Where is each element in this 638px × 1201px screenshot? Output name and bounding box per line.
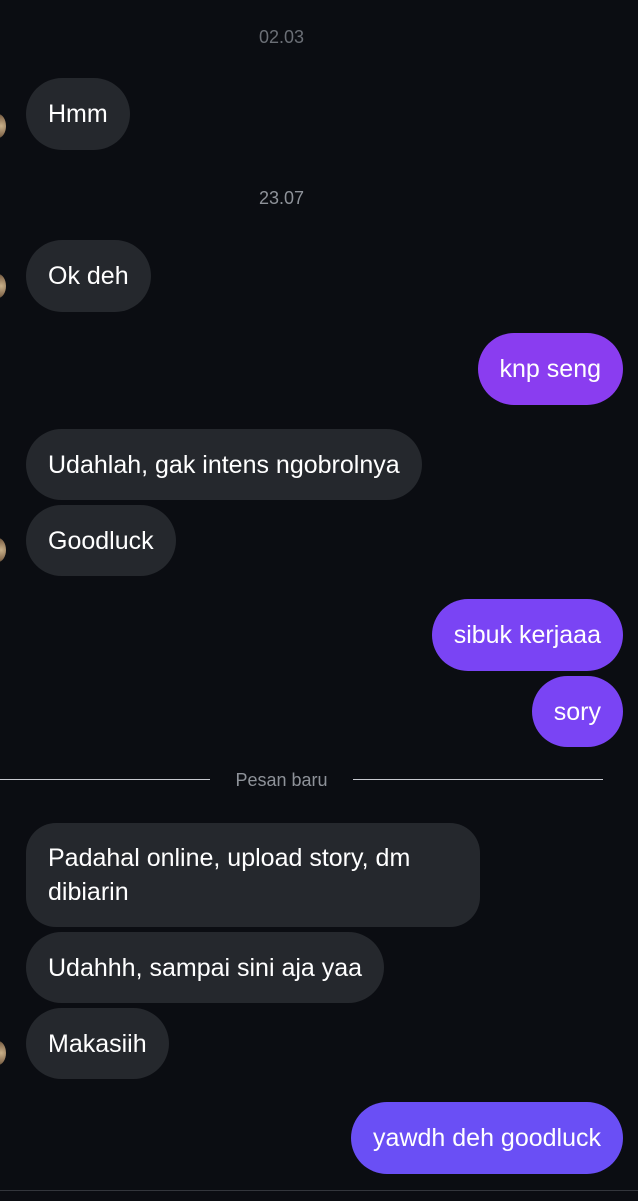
message-outgoing[interactable]: yawdh deh goodluck bbox=[351, 1102, 623, 1174]
composer-edge bbox=[0, 1190, 638, 1201]
message-incoming[interactable]: Udahlah, gak intens ngobrolnya bbox=[26, 429, 422, 500]
new-messages-divider: Pesan baru bbox=[0, 766, 603, 794]
contact-avatar-icon[interactable] bbox=[0, 114, 6, 138]
contact-avatar-icon[interactable] bbox=[0, 274, 6, 298]
message-incoming[interactable]: Udahhh, sampai sini aja yaa bbox=[26, 932, 385, 1003]
contact-avatar-icon[interactable] bbox=[0, 1041, 6, 1065]
message-outgoing[interactable]: sibuk kerjaaa bbox=[431, 599, 623, 671]
chat-thread[interactable]: 02.03 Hmm 23.07 Ok deh knp seng Udahlah,… bbox=[0, 0, 638, 1201]
message-outgoing[interactable]: sory bbox=[531, 676, 623, 747]
message-incoming[interactable]: Hmm bbox=[26, 78, 130, 150]
message-incoming[interactable]: Makasiih bbox=[26, 1008, 169, 1079]
divider-line bbox=[353, 779, 603, 780]
contact-avatar-icon[interactable] bbox=[0, 538, 6, 562]
message-incoming[interactable]: Ok deh bbox=[26, 240, 151, 312]
message-incoming[interactable]: Goodluck bbox=[26, 505, 176, 576]
divider-line bbox=[0, 779, 210, 780]
timestamp: 02.03 bbox=[258, 27, 305, 47]
new-messages-label: Pesan baru bbox=[235, 770, 328, 790]
timestamp: 23.07 bbox=[258, 188, 305, 208]
message-incoming[interactable]: Padahal online, upload story, dm dibiari… bbox=[26, 823, 480, 927]
message-outgoing[interactable]: knp seng bbox=[477, 333, 623, 405]
